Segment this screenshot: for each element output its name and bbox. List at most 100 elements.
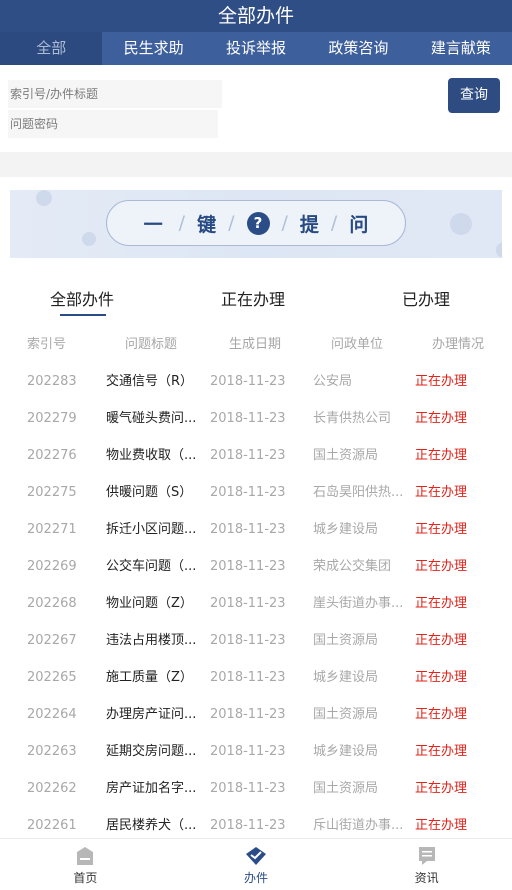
banner-word-ask: 问 [349, 213, 369, 236]
password-input[interactable]: 问题密码 [8, 110, 218, 138]
table-row[interactable]: 202268 物业问题（Z） 2018-11-23 崖头街道办事... 正在办理 [0, 585, 512, 622]
cell-date: 2018-11-23 [210, 374, 286, 389]
banner-word-raise: 提 [299, 213, 319, 236]
cell-index: 202262 [27, 781, 77, 796]
cell-status: 正在办理 [415, 744, 468, 759]
cell-date: 2018-11-23 [210, 633, 286, 648]
banner-dash: 一 [143, 213, 163, 236]
cell-title: 施工质量（Z） [106, 670, 193, 685]
table-row[interactable]: 202263 延期交房问题... 2018-11-23 城乡建设局 正在办理 [0, 733, 512, 770]
tab-complaint-report[interactable]: 投诉举报 [205, 32, 307, 65]
cell-index: 202268 [27, 596, 77, 611]
cell-status: 正在办理 [415, 707, 468, 722]
active-tab-indicator [60, 314, 106, 316]
cell-title: 拆迁小区问题... [106, 522, 197, 537]
shield-check-icon [246, 847, 266, 865]
cases-table: 索引号 问题标题 生成日期 问政单位 办理情况 202283 交通信号（R） 201… [0, 326, 512, 844]
cell-unit: 公安局 [313, 374, 353, 389]
nav-label-cases: 办件 [244, 871, 269, 885]
tab-all[interactable]: 全部 [0, 32, 103, 65]
cell-date: 2018-11-23 [210, 411, 286, 426]
cell-index: 202267 [27, 633, 77, 648]
tab-in-progress[interactable]: 正在办理 [221, 286, 285, 310]
table-row[interactable]: 202276 物业费收取（... 2018-11-23 国土资源局 正在办理 [0, 437, 512, 474]
table-row[interactable]: 202264 办理房产证问... 2018-11-23 国土资源局 正在办理 [0, 696, 512, 733]
news-icon [418, 847, 435, 865]
cell-date: 2018-11-23 [210, 448, 286, 463]
cell-status: 正在办理 [415, 485, 468, 500]
search-area: 索引号/办件标题 问题密码 查询 [0, 65, 512, 152]
cell-index: 202263 [27, 744, 77, 759]
cell-date: 2018-11-23 [210, 781, 286, 796]
cell-index: 202264 [27, 707, 77, 722]
cell-unit: 城乡建设局 [313, 522, 379, 537]
table-body: 202283 交通信号（R） 2018-11-23 公安局 正在办理 202279 暖气碰头… [0, 363, 512, 844]
slash-divider: / [330, 212, 338, 234]
cell-status: 正在办理 [415, 411, 468, 426]
query-button[interactable]: 查询 [448, 78, 500, 113]
tab-completed[interactable]: 已办理 [402, 286, 450, 310]
cell-index: 202279 [27, 411, 77, 426]
cell-unit: 荣成公交集团 [313, 559, 392, 574]
cell-unit: 国土资源局 [313, 633, 379, 648]
tab-livelihood-help[interactable]: 民生求助 [102, 32, 204, 65]
cell-status: 正在办理 [415, 522, 468, 537]
bottom-nav: 首页 办件 资讯 [0, 838, 512, 890]
cell-unit: 国土资源局 [313, 707, 379, 722]
cell-title: 暖气碰头费问... [106, 411, 197, 426]
cell-unit: 城乡建设局 [313, 744, 379, 759]
header-index: 索引号 [27, 337, 67, 352]
table-row[interactable]: 202275 供暖问题（S） 2018-11-23 石岛昊阳供热... 正在办理 [0, 474, 512, 511]
table-row[interactable]: 202271 拆迁小区问题... 2018-11-23 城乡建设局 正在办理 [0, 511, 512, 548]
banner-word-key: 键 [197, 213, 217, 236]
table-row[interactable]: 202265 施工质量（Z） 2018-11-23 城乡建设局 正在办理 [0, 659, 512, 696]
cell-title: 公交车问题（... [106, 559, 197, 574]
slash-divider: / [178, 212, 186, 234]
cell-unit: 城乡建设局 [313, 670, 379, 685]
nav-item-home[interactable]: 首页 [0, 839, 171, 890]
section-divider [0, 152, 512, 177]
table-row[interactable]: 202262 房产证加名字... 2018-11-23 国土资源局 正在办理 [0, 770, 512, 807]
cell-date: 2018-11-23 [210, 522, 286, 537]
tab-all-cases[interactable]: 全部办件 [50, 286, 114, 310]
page-title: 全部办件 [0, 0, 512, 32]
cell-title: 房产证加名字... [106, 781, 197, 796]
bubble-decoration-icon [36, 190, 52, 206]
cell-index: 202271 [27, 522, 77, 537]
table-row[interactable]: 202269 公交车问题（... 2018-11-23 荣成公交集团 正在办理 [0, 548, 512, 585]
cell-unit: 长青供热公司 [313, 411, 392, 426]
bubble-decoration-icon [496, 242, 502, 258]
tab-policy-consult[interactable]: 政策咨询 [307, 32, 409, 65]
table-row[interactable]: 202279 暖气碰头费问... 2018-11-23 长青供热公司 正在办理 [0, 400, 512, 437]
slash-divider: / [228, 212, 235, 234]
one-key-ask-button[interactable]: 一 / 键 / ? / 提 / 问 [106, 200, 406, 246]
tab-suggestion[interactable]: 建言献策 [410, 32, 512, 65]
bubble-decoration-icon [450, 213, 472, 235]
cell-title: 办理房产证问... [106, 707, 197, 722]
bubble-decoration-icon [82, 232, 96, 246]
cell-status: 正在办理 [415, 781, 468, 796]
header-status: 办理情况 [432, 337, 485, 352]
cell-index: 202269 [27, 559, 77, 574]
question-icon: ? [246, 211, 270, 235]
cell-index: 202276 [27, 448, 77, 463]
nav-item-cases[interactable]: 办件 [171, 839, 342, 890]
table-row[interactable]: 202283 交通信号（R） 2018-11-23 公安局 正在办理 [0, 363, 512, 400]
cell-unit: 国土资源局 [313, 448, 379, 463]
cell-status: 正在办理 [415, 670, 468, 685]
cell-title: 违法占用楼顶... [106, 633, 197, 648]
quick-ask-banner[interactable]: 一 / 键 / ? / 提 / 问 [10, 190, 502, 258]
table-row[interactable]: 202267 违法占用楼顶... 2018-11-23 国土资源局 正在办理 [0, 622, 512, 659]
cell-date: 2018-11-23 [210, 744, 286, 759]
cell-status: 正在办理 [415, 596, 468, 611]
cell-title: 供暖问题（S） [106, 485, 193, 500]
home-icon [77, 847, 94, 865]
index-search-input[interactable]: 索引号/办件标题 [8, 80, 222, 108]
nav-item-news[interactable]: 资讯 [341, 839, 512, 890]
cell-title: 交通信号（R） [106, 374, 194, 389]
nav-label-home: 首页 [73, 871, 98, 885]
cell-date: 2018-11-23 [210, 485, 286, 500]
cell-status: 正在办理 [415, 559, 468, 574]
slash-divider: / [281, 212, 288, 234]
app-root: 全部办件 全部 民生求助 投诉举报 政策咨询 建言献策 索引号/办件标题 问题密… [0, 0, 512, 890]
